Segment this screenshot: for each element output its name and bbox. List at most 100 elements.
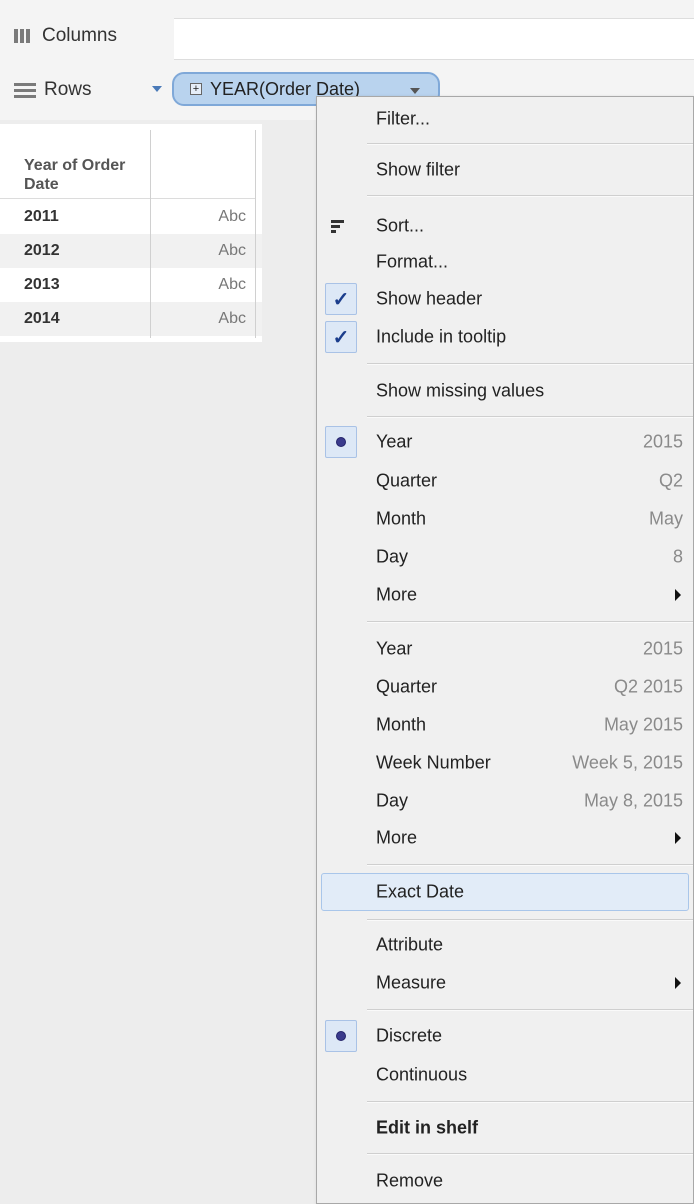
table-right-border [255, 130, 256, 338]
menu-label: Day [376, 546, 409, 567]
menu-item-date-part-year[interactable]: Year 2015 [317, 424, 693, 460]
menu-item-show-filter[interactable]: Show filter [317, 152, 693, 188]
menu-item-remove[interactable]: Remove [317, 1163, 693, 1199]
view-table: Year of Order Date 2011 Abc 2012 Abc 201… [0, 124, 262, 342]
rows-icon [14, 82, 36, 98]
menu-item-date-value-more[interactable]: More [317, 820, 693, 856]
menu-label: Show header [376, 288, 483, 309]
column-divider [150, 130, 151, 338]
menu-separator [367, 1153, 693, 1155]
menu-example-value: Week 5, 2015 [572, 752, 683, 773]
menu-separator [367, 1009, 693, 1011]
menu-item-include-in-tooltip[interactable]: ✓ Include in tooltip [317, 319, 693, 355]
menu-item-measure[interactable]: Measure [317, 965, 693, 1001]
radio-selected-icon [325, 1020, 357, 1052]
row-value: Abc [218, 242, 246, 259]
menu-item-show-missing-values[interactable]: Show missing values [317, 373, 693, 409]
menu-label: Month [376, 714, 427, 735]
pill-dropdown-caret-icon[interactable] [410, 88, 420, 94]
menu-item-edit-in-shelf[interactable]: Edit in shelf [317, 1110, 693, 1146]
menu-item-date-part-month[interactable]: Month May [317, 501, 693, 537]
table-row[interactable]: 2012 Abc [0, 234, 262, 268]
menu-label: Filter... [376, 108, 431, 129]
rows-shelf-label[interactable]: Rows [8, 66, 168, 114]
checkmark-icon: ✓ [325, 283, 357, 315]
columns-shelf-label: Columns [8, 12, 168, 60]
menu-label: Measure [376, 972, 447, 993]
menu-item-date-value-quarter[interactable]: Quarter Q2 2015 [317, 669, 693, 705]
menu-example-value: Q2 [658, 470, 683, 491]
rows-label: Rows [44, 79, 92, 100]
sort-icon [331, 220, 345, 234]
menu-item-date-value-year[interactable]: Year 2015 [317, 631, 693, 667]
menu-label: More [376, 827, 418, 848]
radio-selected-icon [325, 426, 357, 458]
menu-label: Attribute [376, 934, 444, 955]
expand-plus-icon[interactable]: + [190, 83, 202, 95]
menu-item-attribute[interactable]: Attribute [317, 927, 693, 963]
menu-example-value: May 2015 [603, 714, 683, 735]
menu-example-value: May [648, 508, 683, 529]
menu-label: Exact Date [376, 881, 465, 902]
menu-label: Discrete [376, 1025, 443, 1046]
menu-item-date-value-week-number[interactable]: Week Number Week 5, 2015 [317, 745, 693, 781]
checkmark-icon: ✓ [325, 321, 357, 353]
table-row[interactable]: 2013 Abc [0, 268, 262, 302]
menu-example-value: 8 [672, 546, 683, 567]
pill-context-menu: Filter... Show filter Sort... Format... … [316, 96, 694, 1204]
menu-item-date-part-more[interactable]: More [317, 577, 693, 613]
menu-item-date-value-month[interactable]: Month May 2015 [317, 707, 693, 743]
submenu-arrow-icon [675, 977, 681, 989]
menu-label: Day [376, 790, 409, 811]
menu-label: Show filter [376, 159, 461, 180]
menu-label: Year [376, 431, 413, 452]
menu-separator [367, 1101, 693, 1103]
menu-label: Year [376, 638, 413, 659]
menu-separator [367, 919, 693, 921]
menu-label: Continuous [376, 1064, 468, 1085]
row-value: Abc [218, 208, 246, 225]
menu-separator [367, 416, 693, 418]
menu-label: Month [376, 508, 427, 529]
menu-separator [367, 621, 693, 623]
table-header: Year of Order Date [24, 157, 126, 193]
submenu-arrow-icon [675, 832, 681, 844]
menu-item-show-header[interactable]: ✓ Show header [317, 281, 693, 317]
row-value: Abc [218, 310, 246, 327]
menu-separator [367, 363, 693, 365]
menu-item-date-value-day[interactable]: Day May 8, 2015 [317, 783, 693, 819]
row-year: 2011 [24, 208, 59, 225]
submenu-arrow-icon [675, 589, 681, 601]
menu-separator [367, 195, 693, 197]
menu-label: Edit in shelf [376, 1117, 479, 1138]
menu-label: Include in tooltip [376, 326, 507, 347]
row-year: 2013 [24, 276, 60, 293]
columns-label: Columns [42, 25, 117, 46]
menu-label: Remove [376, 1170, 444, 1191]
menu-item-date-part-day[interactable]: Day 8 [317, 539, 693, 575]
menu-example-value: May 8, 2015 [583, 790, 683, 811]
menu-example-value: Q2 2015 [613, 676, 683, 697]
menu-item-date-part-quarter[interactable]: Quarter Q2 [317, 463, 693, 499]
menu-item-filter[interactable]: Filter... [317, 101, 693, 137]
row-year: 2012 [24, 242, 60, 259]
menu-separator [367, 143, 693, 145]
menu-item-exact-date[interactable]: Exact Date [317, 874, 693, 910]
menu-label: Format... [376, 251, 449, 272]
row-value: Abc [218, 276, 246, 293]
menu-label: Quarter [376, 470, 438, 491]
menu-item-sort[interactable]: Sort... [317, 208, 693, 244]
row-year: 2014 [24, 310, 60, 327]
table-row[interactable]: 2014 Abc [0, 302, 262, 336]
columns-drop-area[interactable] [174, 18, 694, 60]
menu-item-format[interactable]: Format... [317, 244, 693, 280]
columns-shelf: Columns [8, 12, 694, 60]
header-divider [0, 198, 256, 199]
menu-item-continuous[interactable]: Continuous [317, 1057, 693, 1093]
rows-dropdown-caret-icon[interactable] [152, 86, 162, 92]
menu-label: Quarter [376, 676, 438, 697]
menu-item-discrete[interactable]: Discrete [317, 1018, 693, 1054]
menu-label: Show missing values [376, 380, 545, 401]
menu-label: Week Number [376, 752, 491, 773]
table-row[interactable]: 2011 Abc [0, 200, 262, 234]
